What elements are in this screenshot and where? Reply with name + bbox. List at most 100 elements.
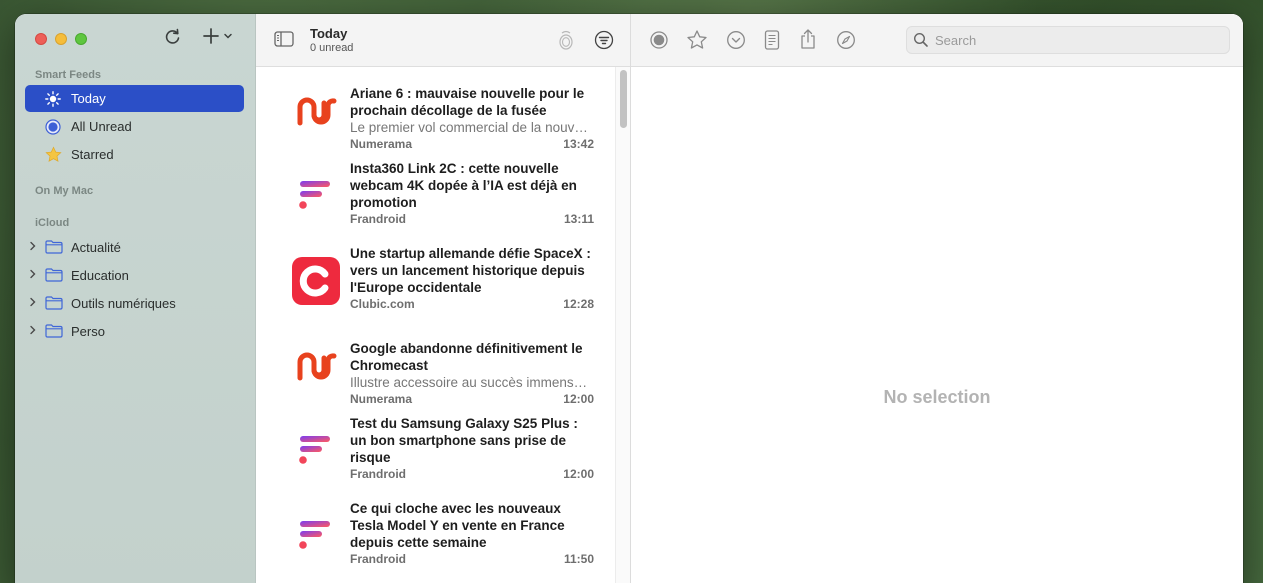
chevron-down-icon bbox=[224, 33, 232, 39]
folder-label: Perso bbox=[71, 323, 105, 339]
article-summary: Le premier vol commercial de la nouvelle… bbox=[350, 120, 594, 135]
star-article-button[interactable] bbox=[686, 29, 708, 56]
timeline-scrollbar[interactable] bbox=[615, 67, 630, 583]
list-item[interactable]: Une startup allemande défie SpaceX : ver… bbox=[256, 237, 616, 322]
reader-view-button[interactable] bbox=[764, 30, 780, 55]
next-unread-button[interactable] bbox=[726, 30, 746, 55]
sidebar-item-all-unread[interactable]: All Unread bbox=[25, 113, 244, 140]
search-icon bbox=[913, 32, 928, 47]
refresh-button[interactable] bbox=[164, 28, 181, 46]
chevron-circle-down-icon bbox=[727, 31, 745, 49]
frandroid-logo bbox=[292, 172, 340, 220]
unread-count: 0 unread bbox=[310, 42, 354, 54]
app-window: Smart Feeds Today All Unread Starred On … bbox=[15, 14, 1243, 583]
detail-toolbar bbox=[631, 14, 1243, 67]
article-title: Une startup allemande défie SpaceX : ver… bbox=[350, 246, 591, 295]
star-outline-icon bbox=[687, 30, 707, 49]
list-item[interactable]: Test du Samsung Galaxy S25 Plus : un bon… bbox=[256, 407, 616, 492]
folder-label: Outils numériques bbox=[71, 295, 176, 311]
timeline-pane: Today 0 unread Ariane 6 : mauvaise nouve… bbox=[256, 14, 631, 583]
mark-read-button[interactable] bbox=[649, 30, 669, 55]
timeline-toolbar: Today 0 unread bbox=[256, 14, 630, 67]
chevron-right-icon[interactable] bbox=[29, 269, 39, 282]
refresh-icon bbox=[165, 28, 180, 44]
article-title: Ariane 6 : mauvaise nouvelle pour le pro… bbox=[350, 86, 585, 118]
frandroid-logo bbox=[292, 512, 340, 560]
sidebar-item-starred[interactable]: Starred bbox=[25, 141, 244, 168]
folder-label: Education bbox=[71, 267, 129, 283]
document-icon bbox=[764, 30, 780, 50]
clubic-logo bbox=[292, 257, 340, 305]
icloud-heading[interactable]: iCloud bbox=[35, 217, 69, 229]
article-summary: Illustre accessoire au succès immense, l… bbox=[350, 375, 594, 390]
compass-icon bbox=[837, 31, 855, 49]
list-item[interactable]: Google abandonne définitivement le Chrom… bbox=[256, 322, 616, 407]
star-icon bbox=[44, 146, 62, 164]
sidebar-item-label: Starred bbox=[71, 147, 114, 162]
article-list: Ariane 6 : mauvaise nouvelle pour le pro… bbox=[256, 67, 616, 583]
zoom-window-button[interactable] bbox=[75, 33, 87, 45]
close-window-button[interactable] bbox=[35, 33, 47, 45]
article-title: Google abandonne définitivement le Chrom… bbox=[350, 341, 583, 373]
list-item[interactable]: Insta360 Link 2C : cette nouvelle webcam… bbox=[256, 152, 616, 237]
article-time: 11:50 bbox=[563, 552, 594, 566]
on-my-mac-heading[interactable]: On My Mac bbox=[35, 185, 93, 197]
numerama-logo bbox=[292, 342, 340, 390]
search-input[interactable] bbox=[935, 32, 1215, 48]
sidebar-folder-education[interactable]: Education bbox=[29, 262, 129, 288]
search-field[interactable] bbox=[906, 26, 1230, 54]
sidebar-folder-outils-numeriques[interactable]: Outils numériques bbox=[29, 290, 176, 316]
article-time: 13:11 bbox=[563, 212, 594, 226]
minimize-window-button[interactable] bbox=[55, 33, 67, 45]
sun-icon bbox=[44, 90, 62, 108]
open-in-browser-button[interactable] bbox=[836, 30, 856, 55]
article-source: Frandroid bbox=[350, 552, 406, 566]
article-title: Ce qui cloche avec les nouveaux Tesla Mo… bbox=[350, 501, 565, 550]
article-title: Insta360 Link 2C : cette nouvelle webcam… bbox=[350, 161, 577, 210]
timeline-title: Today bbox=[310, 26, 348, 41]
sidebar-folder-perso[interactable]: Perso bbox=[29, 318, 105, 344]
list-item[interactable]: Ariane 6 : mauvaise nouvelle pour le pro… bbox=[256, 67, 616, 152]
sidebar-folder-actualite[interactable]: Actualité bbox=[29, 234, 121, 260]
article-time: 12:00 bbox=[563, 467, 594, 481]
article-source: Frandroid bbox=[350, 212, 406, 226]
folder-icon bbox=[45, 240, 63, 254]
sidebar-item-today[interactable]: Today bbox=[25, 85, 244, 112]
share-icon bbox=[801, 29, 815, 49]
filter-button[interactable] bbox=[594, 30, 614, 55]
smart-feeds-heading: Smart Feeds bbox=[35, 69, 102, 81]
chevron-right-icon[interactable] bbox=[29, 241, 39, 254]
mark-all-read-icon bbox=[559, 30, 573, 50]
add-menu-button[interactable] bbox=[203, 28, 233, 44]
article-source: Frandroid bbox=[350, 467, 406, 481]
scrollbar-thumb[interactable] bbox=[620, 70, 627, 128]
plus-icon bbox=[203, 28, 219, 44]
article-source: Clubic.com bbox=[350, 297, 415, 311]
sidebar: Smart Feeds Today All Unread Starred On … bbox=[15, 14, 256, 583]
article-time: 12:28 bbox=[563, 297, 594, 311]
frandroid-logo bbox=[292, 427, 340, 475]
article-time: 12:00 bbox=[563, 392, 594, 406]
mark-all-read-button[interactable] bbox=[558, 29, 574, 56]
filter-icon bbox=[594, 30, 614, 50]
list-item[interactable]: Ce qui cloche avec les nouveaux Tesla Mo… bbox=[256, 492, 616, 577]
unread-dot-icon bbox=[44, 118, 62, 136]
read-status-icon bbox=[650, 31, 668, 49]
chevron-right-icon[interactable] bbox=[29, 297, 39, 310]
sidebar-toggle-icon bbox=[274, 31, 294, 47]
window-controls bbox=[35, 33, 87, 45]
folder-icon bbox=[45, 268, 63, 282]
article-title: Test du Samsung Galaxy S25 Plus : un bon… bbox=[350, 416, 578, 465]
folder-label: Actualité bbox=[71, 239, 121, 255]
article-time: 13:42 bbox=[563, 137, 594, 151]
share-button[interactable] bbox=[799, 28, 817, 55]
article-source: Numerama bbox=[350, 137, 413, 151]
sidebar-item-label: Today bbox=[71, 91, 106, 106]
toggle-sidebar-button[interactable] bbox=[274, 31, 294, 52]
folder-icon bbox=[45, 324, 63, 338]
numerama-logo bbox=[292, 87, 340, 135]
sidebar-item-label: All Unread bbox=[71, 119, 132, 134]
article-source: Numerama bbox=[350, 392, 413, 406]
chevron-right-icon[interactable] bbox=[29, 325, 39, 338]
article-detail-pane: No selection bbox=[631, 14, 1243, 583]
